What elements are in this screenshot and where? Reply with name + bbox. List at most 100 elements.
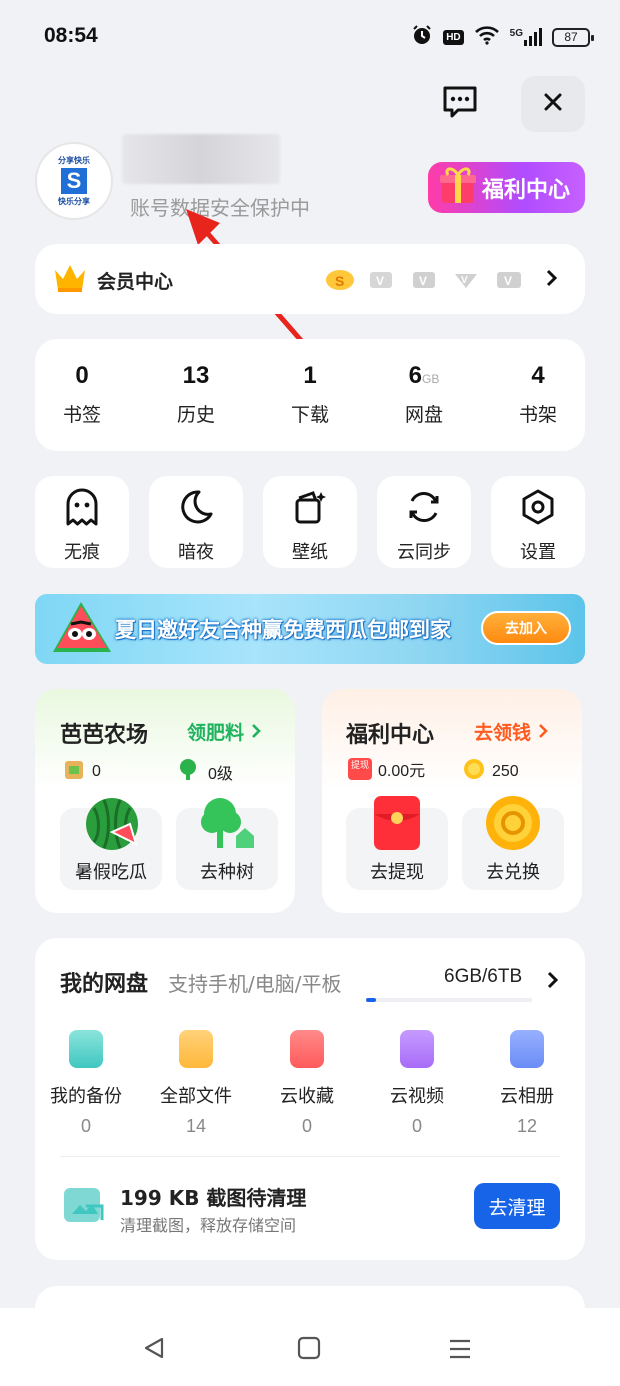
welfare-exchange-tile[interactable]: 去兑换 — [462, 796, 564, 890]
wallpaper-icon — [291, 488, 329, 530]
welfare-center-label: 福利中心 — [482, 177, 571, 203]
tree-small-icon — [176, 757, 202, 786]
gold-coin-icon — [484, 794, 542, 856]
signal-icon: 5G — [510, 28, 542, 46]
close-icon — [543, 92, 563, 116]
cloud-disk-title[interactable]: 我的网盘 — [60, 966, 148, 998]
tool-label: 云同步 — [397, 542, 451, 563]
tree-level: 0级 — [176, 757, 233, 786]
promo-banner[interactable]: 夏日邀好友合种赢免费西瓜包邮到家 去加入 — [35, 594, 585, 664]
avatar-letter: S — [61, 168, 87, 194]
back-icon[interactable] — [142, 1336, 166, 1364]
banner-text: 夏日邀好友合种赢免费西瓜包邮到家 — [115, 618, 451, 642]
tool-label: 暗夜 — [178, 542, 214, 563]
stat-label: 网盘 — [404, 404, 443, 426]
farm-watermelon-tile[interactable]: 暑假吃瓜 — [60, 798, 162, 890]
svg-text:V: V — [461, 275, 468, 286]
farm-link-label: 领肥料 — [187, 722, 245, 744]
tool-wallpaper[interactable]: 壁纸 — [263, 476, 357, 568]
cloud-disk-usage-fill — [366, 998, 376, 1002]
message-button[interactable] — [428, 76, 492, 132]
tool-night-mode[interactable]: 暗夜 — [149, 476, 243, 568]
stat-number: 6 — [408, 362, 422, 389]
coin-value: 250 — [492, 762, 519, 780]
home-icon[interactable] — [297, 1336, 321, 1364]
welfare-get-money-link[interactable]: 去领钱 — [474, 718, 550, 745]
cloud-disk-usage-bar — [366, 998, 532, 1002]
stat-downloads[interactable]: 1 下载 — [260, 362, 360, 427]
disk-item-favorites[interactable]: 云收藏 0 — [257, 1030, 357, 1137]
watermelon-mascot-icon — [53, 602, 111, 652]
fertilizer-value: 0 — [92, 762, 101, 780]
farm-get-fertilizer-link[interactable]: 领肥料 — [187, 718, 263, 745]
video-icon — [400, 1030, 434, 1068]
welfare-link-label: 去领钱 — [474, 722, 532, 744]
avatar[interactable]: 分享快乐 S 快乐分享 — [35, 142, 113, 220]
farm-plant-tree-tile[interactable]: 去种树 — [176, 798, 278, 890]
vip-center-card[interactable]: 会员中心 S V V V V — [35, 244, 585, 314]
settings-icon — [519, 488, 557, 530]
stat-history[interactable]: 13 历史 — [146, 362, 246, 427]
chevron-right-icon[interactable] — [546, 970, 560, 994]
hd-badge: HD — [443, 29, 464, 45]
system-nav-bar — [0, 1308, 620, 1386]
tile-label: 暑假吃瓜 — [75, 862, 147, 883]
status-time: 08:54 — [44, 24, 98, 47]
tool-label: 无痕 — [64, 542, 100, 563]
username-blurred[interactable] — [122, 134, 280, 184]
disk-item-video[interactable]: 云视频 0 — [367, 1030, 467, 1137]
disk-item-backup[interactable]: 我的备份 0 — [36, 1030, 136, 1137]
disk-item-count: 0 — [301, 1116, 312, 1136]
tile-label: 去种树 — [200, 862, 254, 883]
tool-label: 设置 — [520, 542, 556, 563]
tool-label: 壁纸 — [292, 542, 328, 563]
cash-balance: 提现 0.00元 — [348, 757, 425, 781]
avatar-text-bottom: 快乐分享 — [58, 197, 90, 206]
tool-settings[interactable]: 设置 — [491, 476, 585, 568]
battery-indicator: 87 — [552, 27, 594, 47]
farm-title: 芭芭农场 — [60, 723, 149, 748]
tool-incognito[interactable]: 无痕 — [35, 476, 129, 568]
disk-item-label: 云相册 — [500, 1086, 554, 1107]
welfare-withdraw-tile[interactable]: 去提现 — [346, 796, 448, 890]
welfare-center-button[interactable]: 福利中心 — [428, 162, 585, 213]
red-envelope-icon — [372, 794, 422, 856]
divider — [60, 1156, 560, 1157]
withdraw-badge-label: 提现 — [350, 760, 369, 770]
disk-item-album[interactable]: 云相册 12 — [477, 1030, 577, 1137]
tool-cloud-sync[interactable]: 云同步 — [377, 476, 471, 568]
vip-level-4-icon: V — [495, 268, 523, 294]
tree-level-value: 0级 — [208, 765, 233, 783]
clean-button[interactable]: 去清理 — [474, 1183, 560, 1229]
moon-icon — [177, 488, 215, 530]
close-button[interactable] — [521, 76, 585, 132]
wifi-icon — [474, 25, 500, 49]
svg-text:V: V — [419, 274, 427, 288]
fertilizer-count: 0 — [62, 757, 101, 786]
stat-number: 4 — [531, 362, 545, 389]
crown-icon — [53, 262, 87, 298]
tile-label: 去提现 — [370, 862, 424, 883]
disk-item-all-files[interactable]: 全部文件 14 — [146, 1030, 246, 1137]
stat-bookmarks[interactable]: 0 书签 — [32, 362, 132, 427]
signal-label: 5G — [509, 28, 523, 39]
stat-label: 书架 — [518, 404, 557, 426]
avatar-text-top: 分享快乐 — [58, 156, 90, 165]
svg-text:V: V — [376, 274, 384, 288]
phone-backup-icon — [69, 1030, 103, 1068]
message-icon — [442, 85, 478, 123]
chevron-right-icon — [538, 722, 550, 744]
vip-center-label: 会员中心 — [97, 271, 174, 293]
chevron-right-icon — [251, 722, 263, 744]
stat-bookshelf[interactable]: 4 书架 — [488, 362, 588, 427]
vip-level-1-icon: V — [368, 268, 394, 294]
status-bar: 08:54 HD 5G 87 — [0, 0, 620, 72]
banner-join-button[interactable]: 去加入 — [481, 611, 571, 645]
disk-item-label: 我的备份 — [50, 1086, 122, 1107]
menu-icon[interactable] — [448, 1338, 472, 1364]
vip-level-3-icon: V — [453, 268, 479, 294]
coin-icon — [462, 757, 486, 786]
photo-album-icon — [510, 1030, 544, 1068]
clean-title: 199 KB 截图待清理 — [120, 1186, 307, 1210]
stat-cloud-disk[interactable]: 6GB 网盘 — [374, 362, 474, 427]
